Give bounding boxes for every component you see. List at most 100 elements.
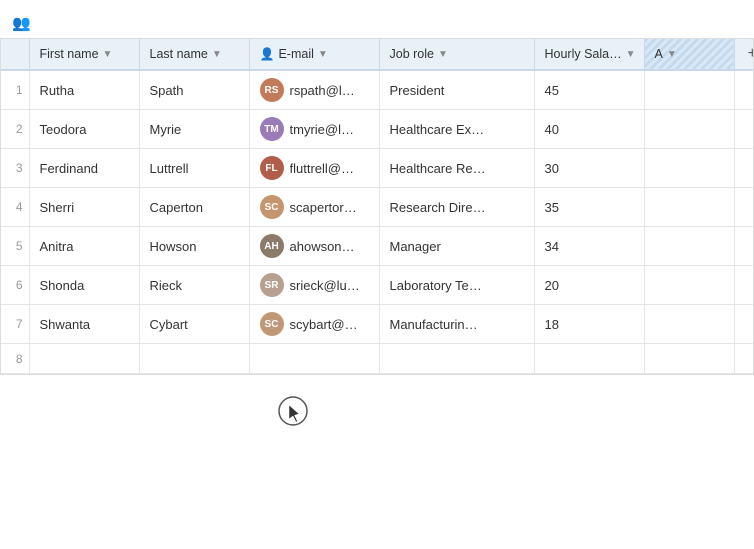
table-row-empty: 8 — [1, 344, 754, 374]
data-table: First name ▼ Last name ▼ 👤 E-mail — [1, 39, 754, 374]
cell-job-role: Manager — [379, 227, 534, 266]
cell-last-name: Rieck — [139, 266, 249, 305]
cell-a — [644, 266, 734, 305]
sort-arrow-salary: ▼ — [626, 49, 636, 60]
cell-email: AH ahowson… — [249, 227, 379, 266]
table-row[interactable]: 3FerdinandLuttrellFLfluttrell@…Healthcar… — [1, 149, 754, 188]
col-a-label: A — [655, 47, 663, 61]
app-container: 👥 First name ▼ — [0, 0, 754, 549]
sort-arrow-email: ▼ — [318, 49, 328, 60]
col-header-a[interactable]: A ▼ — [644, 39, 734, 70]
email-text: scybart@… — [290, 317, 358, 332]
email-text: srieck@lu… — [290, 278, 360, 293]
team-icon: 👥 — [12, 14, 31, 32]
row-number: 5 — [1, 227, 29, 266]
col-last-label: Last name — [150, 47, 208, 61]
cell-first-name: Anitra — [29, 227, 139, 266]
email-person-icon: 👤 — [260, 47, 275, 61]
table-row[interactable]: 7ShwantaCybart SC scybart@… Manufacturin…18 — [1, 305, 754, 344]
row-number: 4 — [1, 188, 29, 227]
cell-email: FL fluttrell@… — [249, 149, 379, 188]
cell-first-name: Shwanta — [29, 305, 139, 344]
cell-job-role: Healthcare Ex… — [379, 110, 534, 149]
row-number: 6 — [1, 266, 29, 305]
cell-add — [734, 266, 754, 305]
cell-last-name: Myrie — [139, 110, 249, 149]
avatar: SC — [260, 195, 284, 219]
cell-first-name: Rutha — [29, 70, 139, 110]
cell-first-name: Teodora — [29, 110, 139, 149]
cell-email: TMtmyrie@l… — [249, 110, 379, 149]
cell-job-role: Research Dire… — [379, 188, 534, 227]
empty-cell — [534, 344, 644, 374]
email-text: scapertor… — [290, 200, 357, 215]
table-row[interactable]: 2TeodoraMyrieTMtmyrie@l…Healthcare Ex…40 — [1, 110, 754, 149]
row-number: 7 — [1, 305, 29, 344]
col-role-label: Job role — [390, 47, 434, 61]
row-number: 1 — [1, 70, 29, 110]
cell-a — [644, 110, 734, 149]
cursor-icon — [277, 395, 309, 431]
email-text: ahowson… — [290, 239, 355, 254]
cell-email: SC scybart@… — [249, 305, 379, 344]
email-text: fluttrell@… — [290, 161, 355, 176]
avatar: TM — [260, 117, 284, 141]
col-header-num — [1, 39, 29, 70]
cell-add — [734, 70, 754, 110]
cell-a — [644, 305, 734, 344]
cell-add — [734, 149, 754, 188]
cell-a — [644, 227, 734, 266]
cell-last-name: Spath — [139, 70, 249, 110]
avatar: SC — [260, 312, 284, 336]
col-header-role[interactable]: Job role ▼ — [379, 39, 534, 70]
sort-arrow-last: ▼ — [212, 49, 222, 60]
col-email-label: E-mail — [278, 47, 313, 61]
cell-hourly-salary: 35 — [534, 188, 644, 227]
cell-a — [644, 188, 734, 227]
cell-email: RSrspath@l… — [249, 70, 379, 110]
col-header-last[interactable]: Last name ▼ — [139, 39, 249, 70]
cell-first-name: Shonda — [29, 266, 139, 305]
cell-add — [734, 188, 754, 227]
cell-email: SC scapertor… — [249, 188, 379, 227]
cell-first-name: Ferdinand — [29, 149, 139, 188]
cell-a — [644, 70, 734, 110]
col-header-salary[interactable]: Hourly Sala… ▼ — [534, 39, 644, 70]
table-row[interactable]: 6ShondaRieckSRsrieck@lu…Laboratory Te…20 — [1, 266, 754, 305]
cell-add — [734, 227, 754, 266]
cell-job-role: Manufacturin… — [379, 305, 534, 344]
cell-first-name: Sherri — [29, 188, 139, 227]
cell-job-role: President — [379, 70, 534, 110]
col-header-first[interactable]: First name ▼ — [29, 39, 139, 70]
empty-cell — [644, 344, 734, 374]
avatar: AH — [260, 234, 284, 258]
table-row[interactable]: 4SherriCaperton SC scapertor… Research Dire… — [1, 188, 754, 227]
cell-last-name: Cybart — [139, 305, 249, 344]
cell-hourly-salary: 45 — [534, 70, 644, 110]
empty-cell — [29, 344, 139, 374]
empty-cell — [379, 344, 534, 374]
cell-email: SR srieck@lu… — [249, 266, 379, 305]
cell-hourly-salary: 30 — [534, 149, 644, 188]
cell-job-role: Laboratory Te… — [379, 266, 534, 305]
col-header-email[interactable]: 👤 E-mail ▼ — [249, 39, 379, 70]
cursor-area — [277, 395, 477, 475]
sort-arrow-first: ▼ — [103, 49, 113, 60]
avatar: RS — [260, 78, 284, 102]
cell-last-name: Caperton — [139, 188, 249, 227]
avatar: FL — [260, 156, 284, 180]
table-body: 1RuthaSpathRSrspath@l…President452Teodor… — [1, 70, 754, 374]
row-number: 2 — [1, 110, 29, 149]
table-row[interactable]: 5AnitraHowsonAHahowson…Manager34 — [1, 227, 754, 266]
table-wrapper: First name ▼ Last name ▼ 👤 E-mail — [0, 38, 754, 375]
col-header-add[interactable]: + — [734, 39, 754, 70]
row-number: 3 — [1, 149, 29, 188]
title-bar: 👥 — [0, 10, 754, 38]
cell-add — [734, 110, 754, 149]
col-salary-label: Hourly Sala… — [545, 47, 622, 61]
table-row[interactable]: 1RuthaSpathRSrspath@l…President45 — [1, 70, 754, 110]
add-column-button[interactable]: + — [735, 39, 754, 69]
cell-job-role: Healthcare Re… — [379, 149, 534, 188]
avatar: SR — [260, 273, 284, 297]
cell-hourly-salary: 18 — [534, 305, 644, 344]
